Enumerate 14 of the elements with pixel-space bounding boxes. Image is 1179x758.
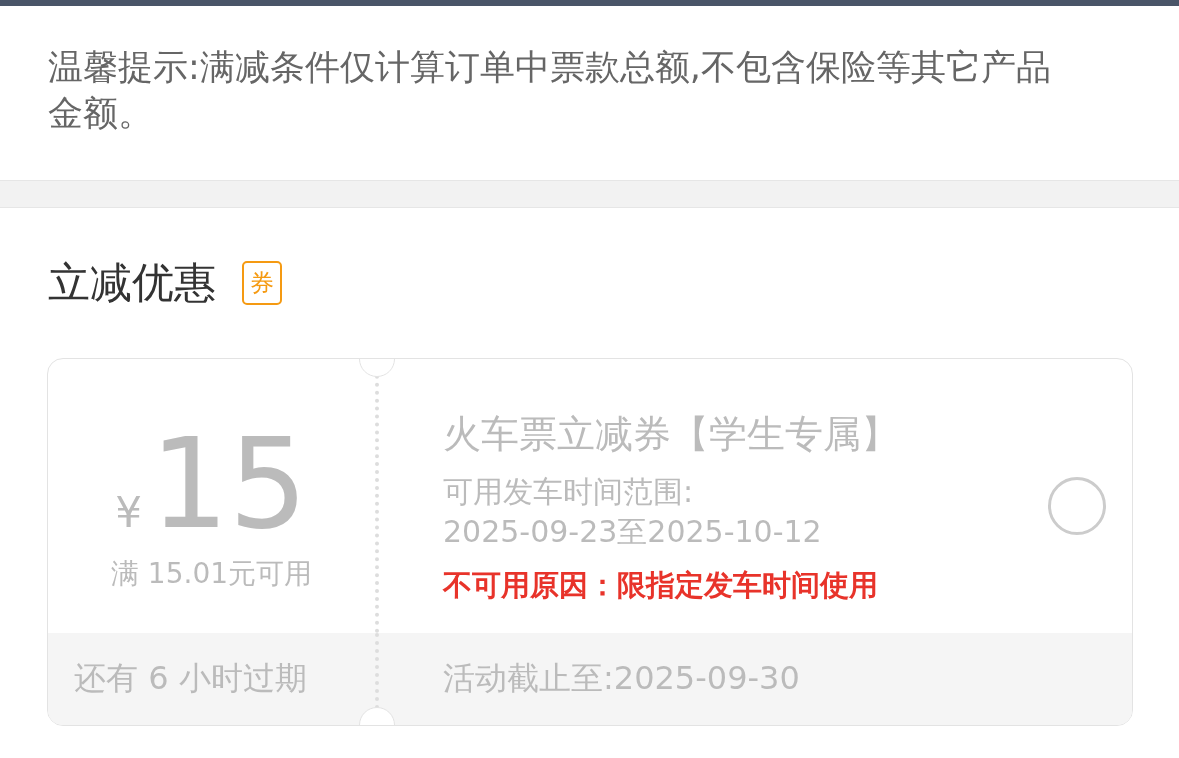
- notice-text: 温馨提示:满减条件仅计算订单中票款总额,不包含保险等其它产品金额。: [48, 46, 1052, 135]
- currency-symbol: ¥: [115, 488, 142, 537]
- date-range: 2025-09-23至2025-10-12: [443, 513, 823, 551]
- coupon-condition: 满 15.01元可用: [110, 556, 313, 592]
- select-radio[interactable]: [1048, 477, 1106, 535]
- coupon-card[interactable]: ¥15 满 15.01元可用 火车票立减券【学生专属】 可用发车时间范围: 2025-09-23至2025-10-12 不可用原因：限指定发车时间使用 还有 6 小时过期 活动截止至:2025-09-30: [47, 358, 1133, 726]
- range-label: 可用发车时间范围:: [443, 473, 695, 511]
- coupon-title: 火车票立减券【学生专属】: [443, 411, 899, 458]
- expiry-text: 还有 6 小时过期: [74, 658, 307, 699]
- coupon-amount: 15: [149, 419, 308, 549]
- section-title: 立减优惠: [48, 257, 216, 309]
- deadline-text: 活动截止至:2025-09-30: [443, 658, 800, 699]
- coupon-badge: 券: [242, 261, 282, 305]
- unavailable-reason: 不可用原因：限指定发车时间使用: [443, 567, 879, 604]
